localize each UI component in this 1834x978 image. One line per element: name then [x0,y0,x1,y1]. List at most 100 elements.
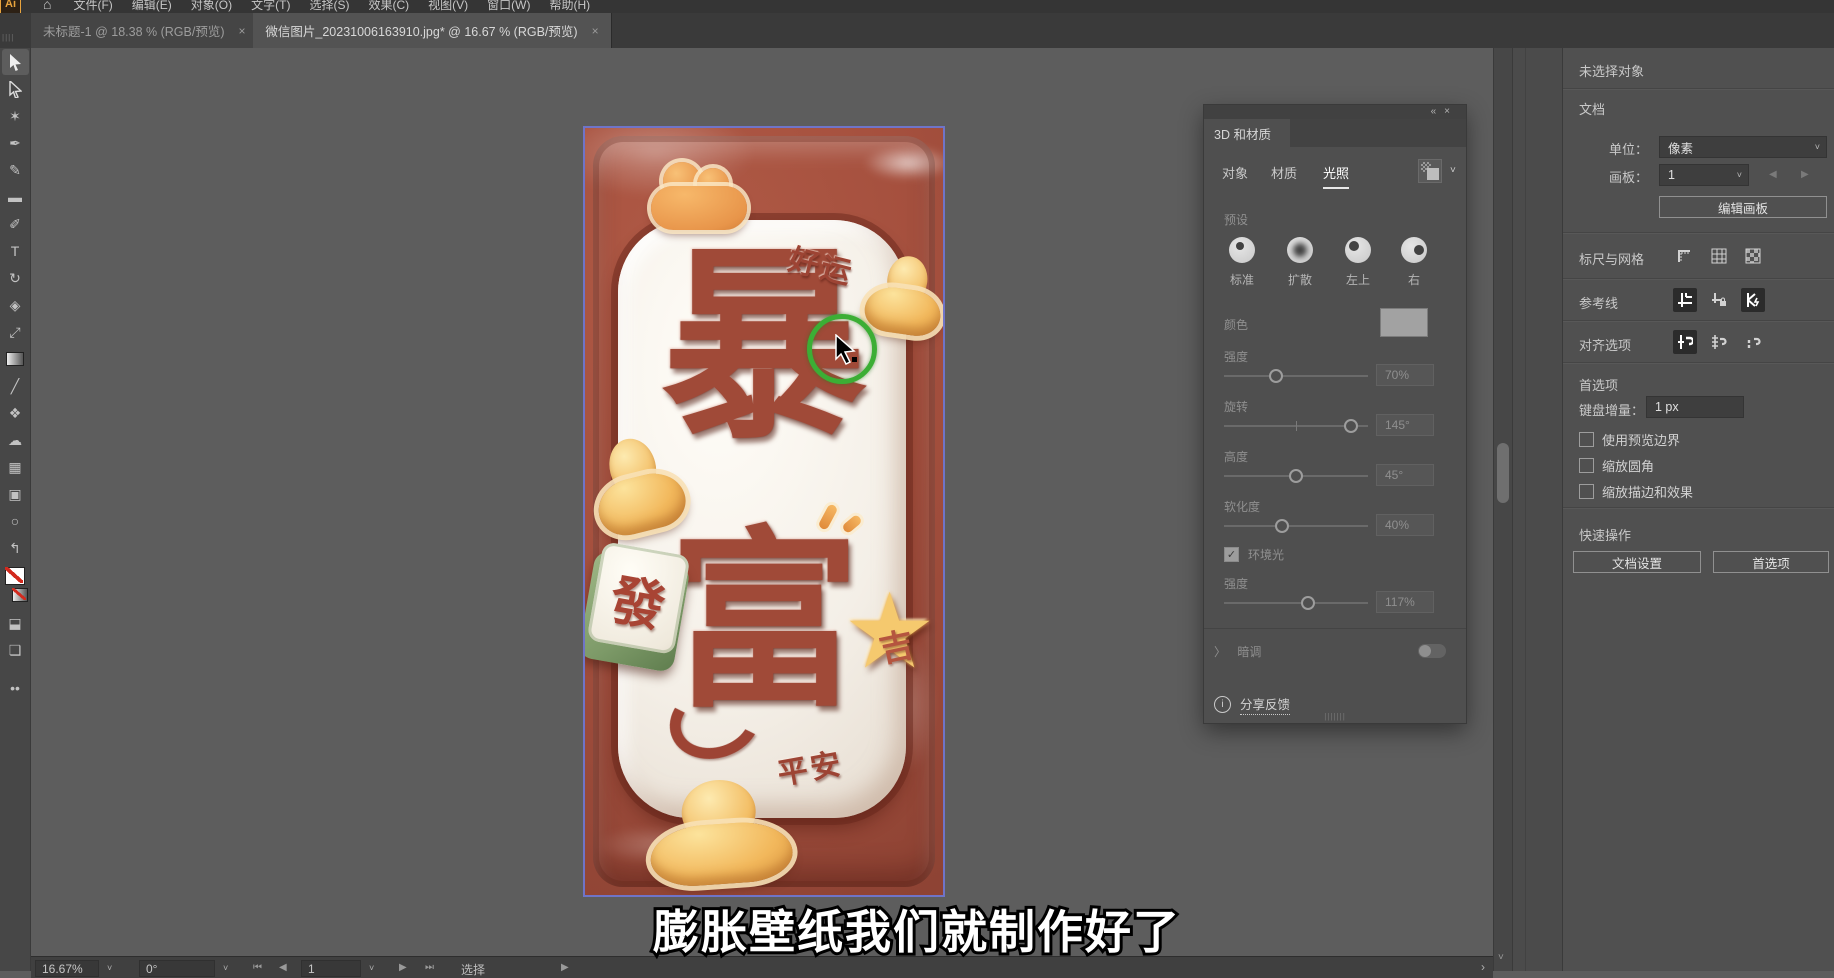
direct-selection-tool[interactable] [2,76,29,102]
close-panel-icon[interactable]: × [1444,106,1458,117]
slider-value-box[interactable]: 145° [1376,414,1434,436]
menu-编辑E[interactable]: 编辑(E) [132,0,172,13]
light-color-swatch[interactable] [1380,308,1428,337]
curvature-tool[interactable]: ✎ [2,157,29,183]
paintbrush-tool[interactable]: ✐ [2,211,29,237]
snap-to-glyph-icon[interactable] [1741,330,1765,354]
graph-tool[interactable]: ▦ [2,454,29,480]
unit-dropdown[interactable]: 像素˅ [1659,136,1827,158]
first-artboard-icon[interactable]: ⏮ [253,962,262,973]
magic-wand-tool[interactable]: ✶ [2,103,29,129]
grid-icon[interactable] [1707,244,1731,268]
pref-check-缩放描边和效果[interactable]: 缩放描边和效果 [1579,482,1693,501]
pen-tool[interactable]: ✒ [2,130,29,156]
next-artboard-icon[interactable]: ▶ [399,962,407,973]
tab-close-icon[interactable]: × [592,24,599,38]
panel3d-tab-对象[interactable]: 对象 [1222,163,1248,187]
slider-value-box[interactable]: 45° [1376,464,1434,486]
slider-value-box[interactable]: 117% [1376,591,1434,613]
pref-check-使用预览边界[interactable]: 使用预览边界 [1579,430,1680,449]
artboard-number-box[interactable]: 1 [301,960,361,977]
blend-tool[interactable]: ❖ [2,400,29,426]
fill-swatch-none[interactable] [5,567,25,585]
artboard-chevron-icon[interactable]: ˅ [369,963,374,973]
menu-窗口W[interactable]: 窗口(W) [487,0,530,13]
menu-选择S[interactable]: 选择(S) [309,0,349,13]
artboard-image[interactable]: 暴 富 好运 平安 發 ★ 吉 [585,128,943,895]
document-tab[interactable]: 未标题-1 @ 18.38 % (RGB/预览)× [31,13,259,48]
slider-value-box[interactable]: 70% [1376,364,1434,386]
edit-artboard-button[interactable]: 编辑画板 [1659,196,1827,218]
panel-resize-grip[interactable]: ||||||| [1324,712,1346,721]
menu-效果C[interactable]: 效果(C) [368,0,409,13]
rectangle-tool[interactable]: ▬ [2,184,29,210]
scale-tool[interactable]: ⤢ [2,319,29,345]
expander-chevron-icon[interactable]: 〉 [1214,645,1226,659]
shadow-section-row[interactable]: 〉 暗调 [1214,643,1456,663]
document-tab[interactable]: 微信图片_20231006163910.jpg* @ 16.67 % (RGB/… [253,13,611,48]
zoom-tool[interactable]: ○ [2,508,29,534]
slider-thumb[interactable] [1269,369,1283,383]
lighting-preset-右[interactable]: 右 [1384,237,1444,288]
gradient-tool[interactable] [2,346,29,372]
eraser-tool[interactable]: ◈ [2,292,29,318]
checkbox-icon[interactable] [1579,458,1594,473]
show-guides-icon[interactable] [1673,288,1697,312]
type-tool[interactable]: T [2,238,29,264]
snap-to-point-icon[interactable] [1673,330,1697,354]
artboard-tool[interactable]: ▣ [2,481,29,507]
draw-mode-button[interactable]: ⬓ [2,610,29,636]
panel3d-tab-材质[interactable]: 材质 [1271,163,1297,187]
status-right-chevron-icon[interactable]: › [1481,960,1485,974]
selection-tool[interactable] [2,49,29,75]
shadow-toggle[interactable] [1418,644,1446,658]
next-artboard-icon[interactable]: ▶ [1801,169,1809,180]
zoom-chevron-icon[interactable]: ˅ [107,963,112,973]
slider-track[interactable] [1224,602,1368,604]
slider-thumb[interactable] [1344,419,1358,433]
transparency-grid-icon[interactable] [1741,244,1765,268]
render-settings-icon[interactable] [1418,159,1442,183]
lighting-preset-左上[interactable]: 左上 [1328,237,1388,288]
slider-value-box[interactable]: 40% [1376,514,1434,536]
prev-artboard-icon[interactable]: ◀ [279,962,287,973]
rotation-box[interactable]: 0° [139,960,215,977]
artboard-dropdown[interactable]: 1˅ [1659,164,1749,186]
home-icon[interactable]: ⌂ [43,0,51,12]
play-icon[interactable]: ▶ [561,962,569,973]
rotation-chevron-icon[interactable]: ˅ [223,963,228,973]
prev-artboard-icon[interactable]: ◀ [1769,169,1777,180]
screen-mode-button[interactable]: ❏ [2,637,29,663]
ruler-icon[interactable] [1673,244,1697,268]
panel-title[interactable]: 3D 和材质 [1204,119,1290,147]
eyedropper-tool[interactable]: ╱ [2,373,29,399]
slider-track[interactable] [1224,375,1368,377]
slider-thumb[interactable] [1301,596,1315,610]
scrollbar-thumb[interactable] [1497,443,1509,503]
preferences-button[interactable]: 首选项 [1713,551,1829,573]
menu-对象O[interactable]: 对象(O) [191,0,232,13]
pref-check-缩放圆角[interactable]: 缩放圆角 [1579,456,1654,475]
slider-track[interactable] [1224,425,1368,427]
lighting-preset-扩散[interactable]: 扩散 [1270,237,1330,288]
snap-to-grid-icon[interactable] [1707,330,1731,354]
lock-guides-icon[interactable] [1707,288,1731,312]
render-chevron-down-icon[interactable]: ˅ [1450,165,1456,176]
menu-帮助H[interactable]: 帮助(H) [549,0,590,13]
slider-thumb[interactable] [1289,469,1303,483]
tab-close-icon[interactable]: × [238,24,245,38]
last-artboard-icon[interactable]: ⏭ [425,962,434,973]
slider-track[interactable] [1224,525,1368,527]
slider-thumb[interactable] [1275,519,1289,533]
menu-文字T[interactable]: 文字(T) [251,0,290,13]
ambient-light-checkbox[interactable]: ✓ [1224,547,1239,562]
menu-文件F[interactable]: 文件(F) [73,0,112,13]
document-setup-button[interactable]: 文档设置 [1573,551,1701,573]
rotate-tool[interactable]: ↻ [2,265,29,291]
more-tools-button[interactable]: •• [2,675,29,701]
lighting-preset-标准[interactable]: 标准 [1212,237,1272,288]
vertical-scrollbar[interactable]: ˅ [1493,48,1512,971]
share-feedback-link[interactable]: 分享反馈 [1240,694,1290,715]
panel3d-tab-光照[interactable]: 光照 [1323,163,1349,189]
zoom-level-box[interactable]: 16.67% [35,960,99,977]
